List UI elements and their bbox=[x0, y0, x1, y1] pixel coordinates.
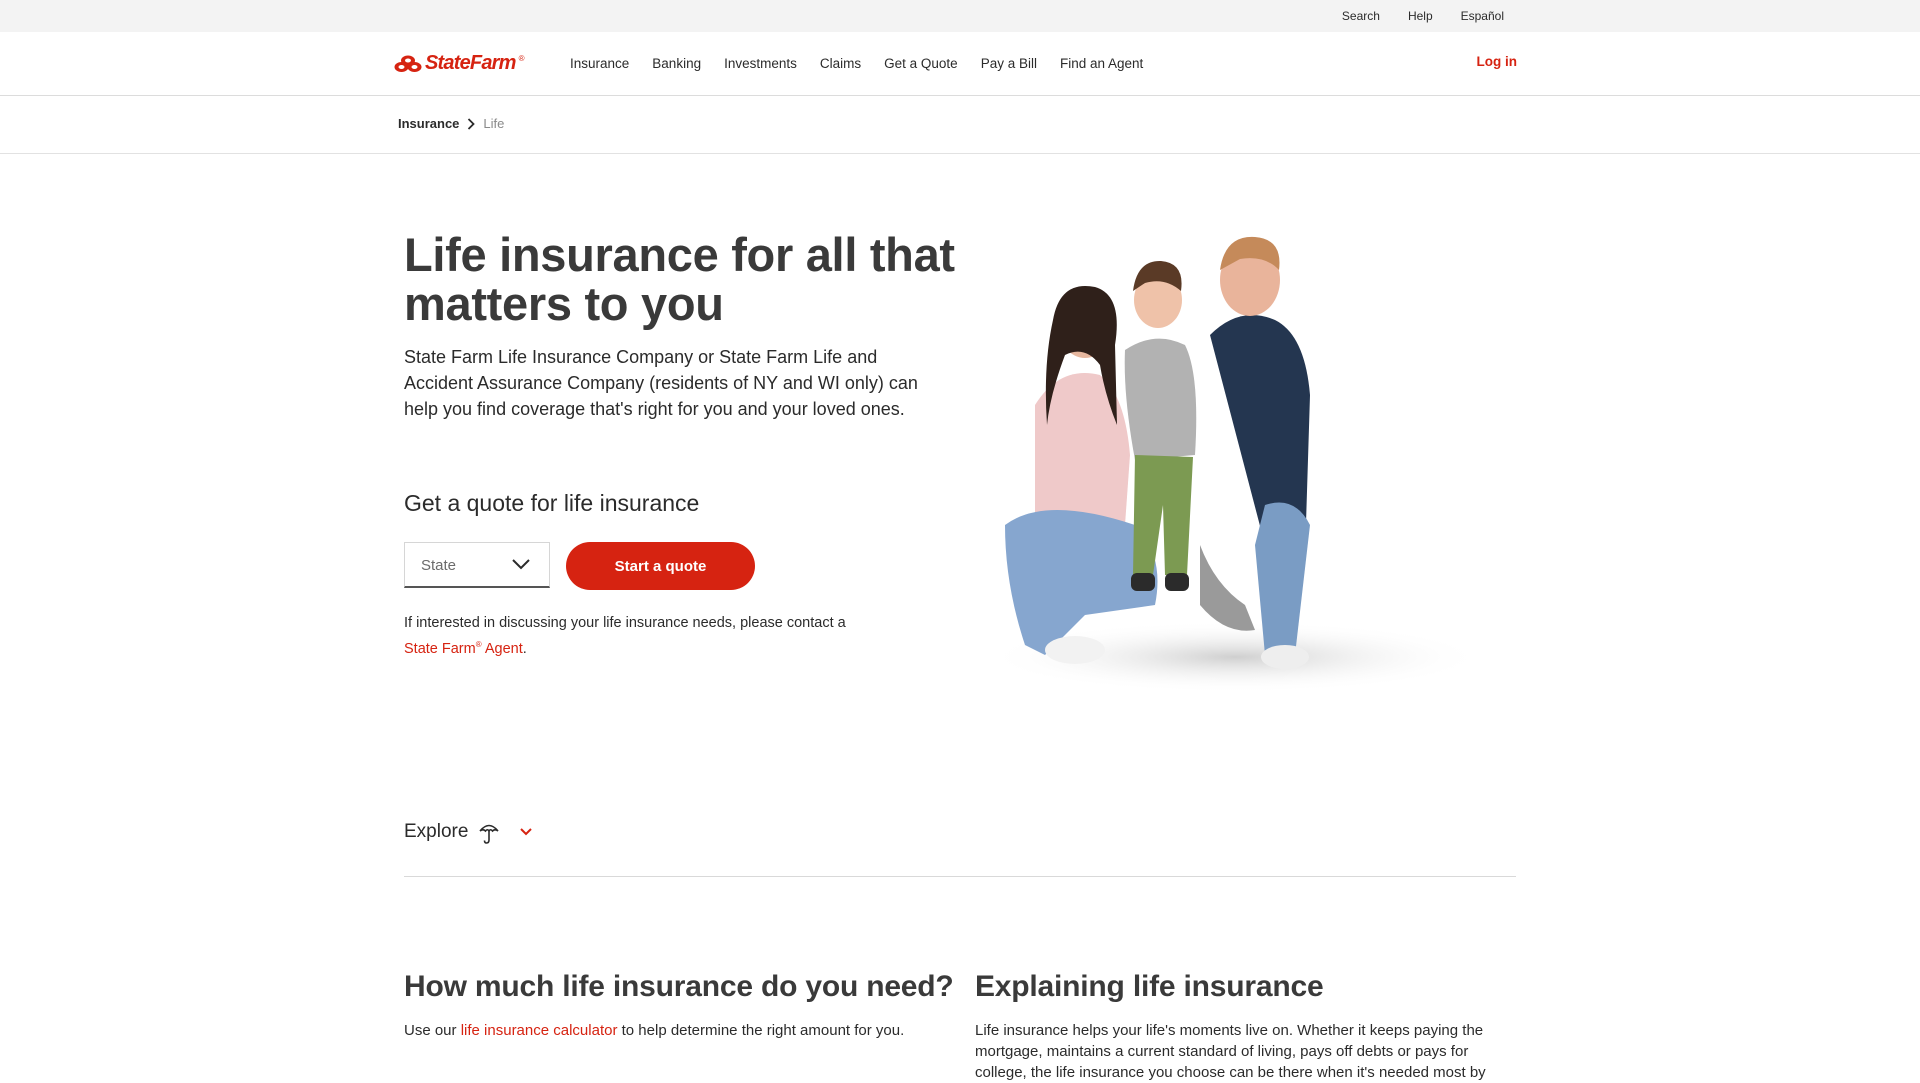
breadcrumb: Insurance Life bbox=[398, 116, 504, 131]
breadcrumb-insurance-link[interactable]: Insurance bbox=[398, 116, 459, 131]
start-quote-button[interactable]: Start a quote bbox=[566, 542, 755, 590]
umbrella-icon bbox=[479, 824, 500, 844]
nav-item-investments[interactable]: Investments bbox=[724, 56, 797, 71]
hero-description: State Farm Life Insurance Company or Sta… bbox=[404, 347, 918, 419]
logo-text: StateFarm bbox=[425, 52, 516, 74]
utility-help-link[interactable]: Help bbox=[1408, 9, 1433, 23]
breadcrumb-bar: Insurance Life bbox=[0, 96, 1920, 154]
contact-prefix: If interested in discussing your life in… bbox=[404, 615, 846, 631]
explore-toggle[interactable]: Explore bbox=[404, 820, 534, 844]
nav-item-claims[interactable]: Claims bbox=[820, 56, 861, 71]
section-title-how-much: How much life insurance do you need? bbox=[404, 970, 954, 1003]
page-title: Life insurance for all that matters to y… bbox=[404, 228, 955, 330]
state-farm-agent-link[interactable]: State Farm® Agent bbox=[404, 640, 523, 657]
nav-item-insurance[interactable]: Insurance bbox=[570, 56, 629, 71]
chevron-down-icon bbox=[512, 559, 530, 570]
three-ovals-logo-icon bbox=[394, 55, 422, 72]
section-text-explaining: Life insurance helps your life's moments… bbox=[975, 1022, 1486, 1081]
login-link[interactable]: Log in bbox=[1477, 54, 1518, 69]
chevron-right-icon bbox=[468, 117, 476, 130]
life-insurance-calculator-link[interactable]: life insurance calculator bbox=[461, 1022, 618, 1039]
quote-heading: Get a quote for life insurance bbox=[404, 490, 700, 516]
explore-divider bbox=[404, 876, 1516, 877]
primary-nav-links: Insurance Banking Investments Claims Get… bbox=[570, 32, 1166, 95]
section-text-how-much: Use our life insurance calculator to hel… bbox=[404, 1020, 944, 1041]
main-nav: StateFarm ® Insurance Banking Investment… bbox=[0, 32, 1920, 96]
contact-suffix: . bbox=[522, 640, 527, 657]
family-hero-image bbox=[985, 236, 1485, 693]
explore-label: Explore bbox=[404, 821, 469, 842]
contact-agent-text: If interested in discussing your life in… bbox=[404, 613, 904, 660]
state-select-placeholder: State bbox=[421, 557, 457, 574]
utility-links: Search Help Español bbox=[1342, 0, 1504, 32]
logo-registered-mark: ® bbox=[518, 54, 525, 63]
utility-bar: Search Help Español bbox=[0, 0, 1920, 32]
breadcrumb-current: Life bbox=[483, 116, 505, 131]
section-title-explaining: Explaining life insurance bbox=[975, 970, 1324, 1003]
chevron-down-icon bbox=[520, 828, 533, 836]
how-much-text-before: Use our bbox=[404, 1022, 461, 1039]
state-farm-logo[interactable]: StateFarm ® bbox=[394, 52, 525, 75]
utility-espanol-link[interactable]: Español bbox=[1461, 9, 1504, 23]
nav-item-banking[interactable]: Banking bbox=[652, 56, 701, 71]
agent-link-brand: State Farm bbox=[404, 640, 476, 657]
utility-search-link[interactable]: Search bbox=[1342, 9, 1380, 23]
nav-item-get-a-quote[interactable]: Get a Quote bbox=[884, 56, 958, 71]
how-much-text-after: to help determine the right amount for y… bbox=[617, 1022, 905, 1039]
agent-link-label: Agent bbox=[481, 640, 523, 657]
state-select[interactable]: State bbox=[404, 542, 550, 588]
nav-item-pay-a-bill[interactable]: Pay a Bill bbox=[981, 56, 1037, 71]
nav-item-find-an-agent[interactable]: Find an Agent bbox=[1060, 56, 1143, 71]
